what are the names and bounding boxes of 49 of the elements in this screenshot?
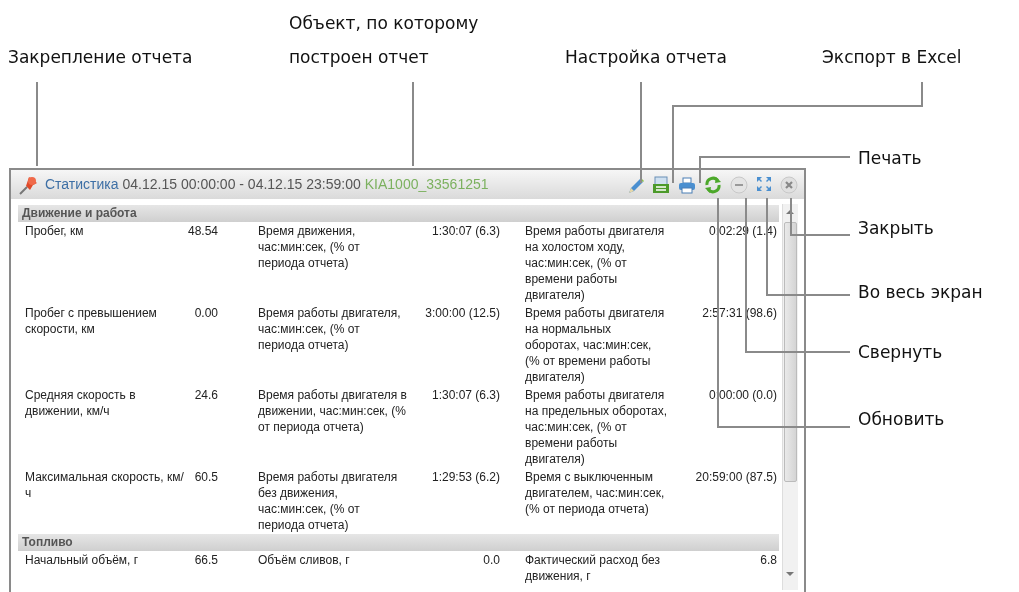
value-cell-text: 20:59:00 (87.5) <box>694 469 777 486</box>
value-cell-text: 6.8 <box>759 552 777 569</box>
label-cell-text: Время работы двигателя на холостом ходу, час:мин:сек, (% от времени работы двигателя) <box>525 223 666 303</box>
callout-label: Обновить <box>858 408 945 431</box>
label-cell-text: Время движения, час:мин:сек, (% от периода отчета) <box>258 223 361 272</box>
label-cell-text: Время работы двигателя на нормальных оборотах, час:мин:сек, (% от времени работы двигателя) <box>525 305 666 385</box>
label-cell-text: Время с выключенным двигателем, час:мин:сек, (% от периода отчета) <box>525 469 666 518</box>
label-cell-text: Время работы двигателя, час:мин:сек, (% от периода отчета) <box>258 305 402 354</box>
minimize-icon[interactable] <box>730 175 748 194</box>
close-icon[interactable] <box>780 175 798 194</box>
report-title: Статистика <box>45 175 119 194</box>
callout-label: Настройка отчета <box>565 46 727 69</box>
value-cell-text: 0.00 <box>193 305 218 322</box>
callout-label: Закрепление отчета <box>8 46 193 69</box>
callout-label: Объект, по которому построен отчет <box>289 12 480 69</box>
value-cell-text: 1:30:07 (6.3) <box>430 387 500 404</box>
callout-label: Печать <box>858 147 922 170</box>
label-cell-text: Фактический расход без движения, г <box>525 552 661 584</box>
label-cell-text: Пробег, км <box>25 223 85 240</box>
section-header: Движение и работа <box>18 205 779 222</box>
callout-label: Экспорт в Excel <box>822 46 962 69</box>
label-cell: Время работы двигателя на предельных оборотах, час:мин:сек, (% от времени работы двигателя) <box>525 387 668 467</box>
scroll-thumb[interactable] <box>784 222 797 482</box>
label-cell-text: Время работы двигателя в движении, час:мин:сек, (% от периода отчета) <box>258 387 408 436</box>
fullscreen-icon[interactable] <box>756 175 772 194</box>
spreadsheet-icon[interactable] <box>652 175 670 194</box>
value-cell-text: 1:29:53 (6.2) <box>430 469 500 486</box>
callout-label: Во весь экран <box>858 281 983 304</box>
value-cell-text: 0.0 <box>482 552 500 569</box>
callout-label: Свернуть <box>858 341 943 364</box>
value-cell-text: 60.5 <box>193 469 218 486</box>
value-cell-text: 3:00:00 (12.5) <box>424 305 500 322</box>
value-cell-text: 24.6 <box>193 387 218 404</box>
label-cell-text: Объём сливов, г <box>258 552 351 569</box>
value-cell-text: 48.54 <box>186 223 218 240</box>
label-cell-text: Начальный объём, г <box>25 552 140 569</box>
value-cell-text: 1:30:07 (6.3) <box>430 223 500 240</box>
label-cell-text: Пробег с превышением скорости, км <box>25 305 158 338</box>
value-cell-text: 0:00:00 (0.0) <box>707 387 777 404</box>
report-period: 04.12.15 00:00:00 - 04.12.15 23:59:00 <box>122 175 361 194</box>
value-cell-text: 66.5 <box>193 552 218 569</box>
printer-icon[interactable] <box>678 175 696 194</box>
callout-label: Закрыть <box>858 217 934 240</box>
refresh-icon[interactable] <box>704 175 722 194</box>
section-header: Топливо <box>18 534 779 551</box>
label-cell-text: Время работы двигателя без движения, час:мин:сек, (% от периода отчета) <box>258 469 399 533</box>
label-cell-text: Максимальная скорость, км/ч <box>25 469 185 502</box>
label-cell-text: Средняя скорость в движении, км/ч <box>25 387 137 420</box>
report-object: KIA1000_33561251 <box>364 175 489 194</box>
